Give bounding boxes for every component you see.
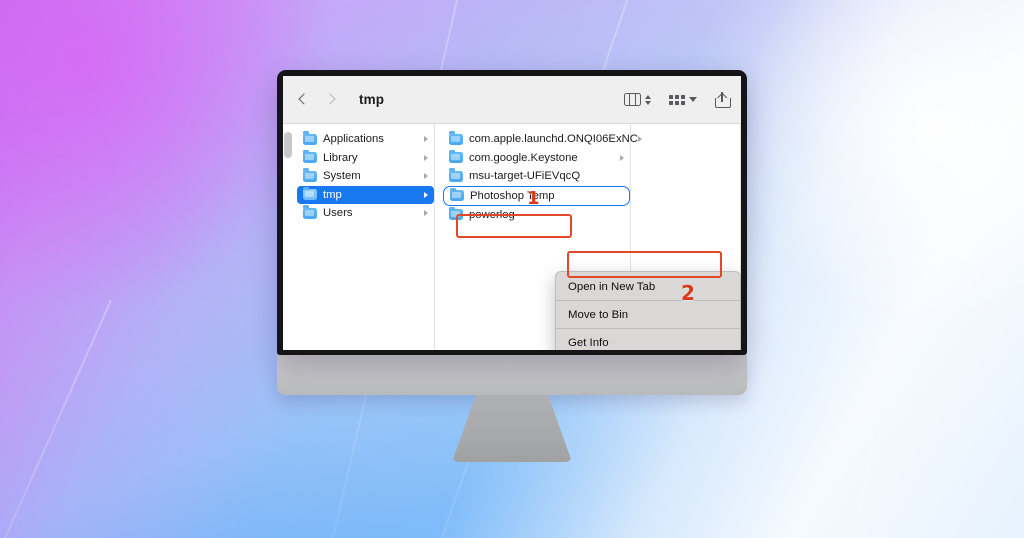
list-item-label: com.google.Keystone bbox=[469, 151, 578, 164]
list-item-label: powerlog bbox=[469, 208, 515, 221]
background-streak bbox=[832, 250, 907, 538]
screenshot-scene: tmp Applications Library System tmp User… bbox=[0, 0, 1024, 538]
folder-icon bbox=[303, 131, 317, 145]
sidebar-column: Applications Library System tmp Users bbox=[283, 124, 435, 350]
folder-icon bbox=[449, 131, 463, 145]
navigation-arrows bbox=[297, 93, 337, 106]
folder-icon bbox=[449, 206, 463, 221]
background-glow-right bbox=[724, 0, 1024, 320]
list-item[interactable]: com.apple.launchd.ONQI06ExNC bbox=[443, 130, 642, 149]
folder-icon bbox=[303, 149, 317, 164]
finder-window: tmp Applications Library System tmp User… bbox=[283, 76, 741, 350]
background-streak bbox=[0, 300, 112, 538]
menu-item[interactable]: Move to Bin bbox=[556, 304, 740, 325]
list-item-label: Photoshop Temp bbox=[470, 189, 555, 202]
folder-icon bbox=[449, 149, 463, 164]
menu-separator bbox=[556, 300, 740, 301]
group-items-control[interactable] bbox=[669, 94, 697, 105]
monitor-stand bbox=[452, 395, 572, 462]
monitor-bezel: tmp Applications Library System tmp User… bbox=[277, 70, 747, 355]
menu-item[interactable]: Open in New Tab bbox=[556, 276, 740, 297]
folder-icon bbox=[303, 168, 317, 182]
list-item[interactable]: Applications bbox=[297, 130, 434, 149]
list-item-label: Library bbox=[323, 151, 358, 164]
chevron-right-icon bbox=[620, 154, 624, 161]
imac-mockup: tmp Applications Library System tmp User… bbox=[277, 70, 747, 462]
list-item[interactable]: powerlog bbox=[443, 206, 630, 225]
list-item-label: Users bbox=[323, 207, 353, 220]
list-item[interactable]: System bbox=[297, 167, 434, 186]
chevron-up-down-icon[interactable] bbox=[645, 94, 651, 105]
menu-item[interactable]: Get Info bbox=[556, 332, 740, 350]
list-item-label: com.apple.launchd.ONQI06ExNC bbox=[469, 133, 638, 146]
column-view-icon[interactable] bbox=[624, 93, 641, 106]
list-item[interactable]: tmp bbox=[297, 185, 434, 204]
folder-icon bbox=[303, 186, 317, 201]
list-item[interactable]: Users bbox=[297, 204, 434, 223]
chevron-right-icon bbox=[424, 154, 428, 161]
monitor-chin bbox=[277, 355, 747, 395]
list-item-label: msu-target-UFiEVqcQ bbox=[469, 170, 581, 183]
list-item-label: Applications bbox=[323, 133, 384, 146]
chevron-right-icon bbox=[424, 136, 428, 143]
list-item-label: tmp bbox=[323, 188, 342, 201]
view-switcher[interactable] bbox=[624, 93, 651, 106]
grid-icon[interactable] bbox=[669, 94, 685, 105]
list-item[interactable]: Photoshop Temp bbox=[443, 185, 630, 206]
finder-toolbar: tmp bbox=[283, 76, 741, 124]
list-item-label: System bbox=[323, 170, 361, 183]
list-item[interactable]: msu-target-UFiEVqcQ bbox=[443, 167, 630, 186]
chevron-right-icon bbox=[424, 173, 428, 180]
share-icon[interactable] bbox=[715, 91, 731, 108]
chevron-right-icon bbox=[424, 191, 428, 198]
window-title: tmp bbox=[359, 92, 385, 107]
folder-icon bbox=[303, 205, 317, 219]
folder-icon bbox=[450, 187, 464, 201]
finder-columns: Applications Library System tmp Users com.ap… bbox=[283, 124, 741, 350]
chevron-down-icon[interactable] bbox=[689, 97, 697, 102]
toolbar-right-group bbox=[624, 91, 731, 108]
folder-icon bbox=[449, 168, 463, 182]
back-icon[interactable] bbox=[297, 93, 310, 106]
list-item[interactable]: Library bbox=[297, 149, 434, 168]
monitor-screen: tmp Applications Library System tmp User… bbox=[283, 76, 741, 350]
chevron-right-icon bbox=[424, 210, 428, 217]
list-item[interactable]: com.google.Keystone bbox=[443, 149, 630, 168]
context-menu[interactable]: Open in New TabMove to BinGet InfoRename… bbox=[555, 271, 741, 350]
menu-separator bbox=[556, 328, 740, 329]
forward-icon[interactable] bbox=[324, 93, 337, 106]
